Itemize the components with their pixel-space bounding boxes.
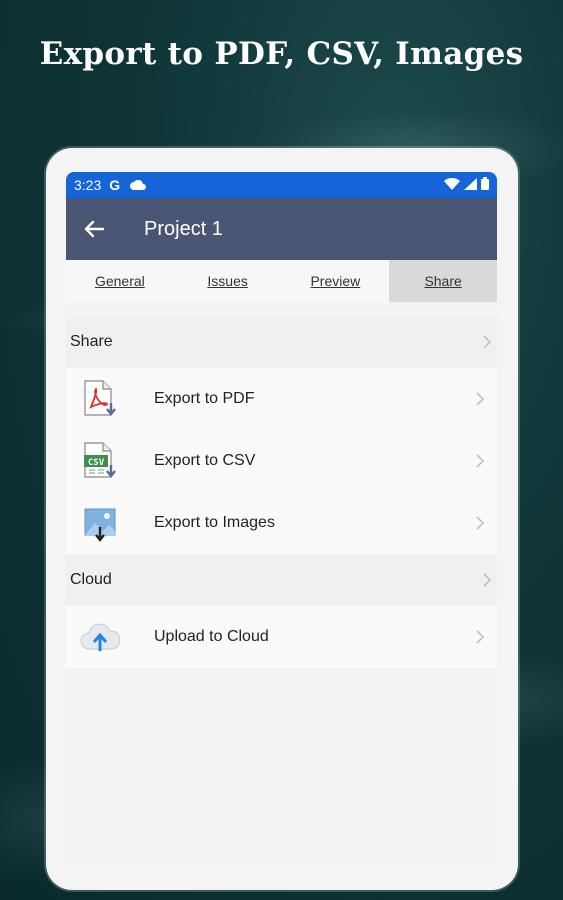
chevron-right-icon bbox=[475, 391, 485, 407]
app-bar: Project 1 bbox=[66, 198, 497, 260]
share-list: Export to PDF CSV Export to CSV Export t… bbox=[66, 368, 497, 554]
tab-preview[interactable]: Preview bbox=[282, 260, 390, 302]
status-time: 3:23 bbox=[74, 177, 102, 193]
battery-icon bbox=[481, 177, 489, 193]
export-pdf-item[interactable]: Export to PDF bbox=[66, 368, 497, 430]
chevron-right-icon bbox=[475, 453, 485, 469]
export-images-item[interactable]: Export to Images bbox=[66, 492, 497, 554]
cloud-upload-icon bbox=[80, 617, 120, 657]
promo-headline: Export to PDF, CSV, Images bbox=[39, 36, 524, 72]
wifi-icon bbox=[444, 177, 460, 193]
csv-file-icon: CSV bbox=[80, 441, 120, 481]
section-label: Cloud bbox=[70, 571, 112, 588]
app-screen: 3:23 G Project 1 General Issues Preview … bbox=[66, 172, 497, 866]
tab-bar: General Issues Preview Share bbox=[66, 260, 497, 302]
arrow-left-icon bbox=[84, 220, 104, 238]
chevron-right-icon bbox=[475, 515, 485, 531]
google-icon: G bbox=[109, 177, 121, 193]
cloud-status-icon bbox=[130, 177, 147, 193]
upload-cloud-item[interactable]: Upload to Cloud bbox=[66, 606, 497, 668]
signal-icon bbox=[464, 177, 477, 193]
item-label: Export to PDF bbox=[154, 390, 255, 407]
status-bar: 3:23 G bbox=[66, 172, 497, 198]
page-title: Project 1 bbox=[144, 217, 223, 240]
cloud-list: Upload to Cloud bbox=[66, 606, 497, 668]
tab-share[interactable]: Share bbox=[389, 260, 497, 302]
chevron-right-icon bbox=[482, 572, 492, 588]
image-file-icon bbox=[80, 503, 120, 543]
svg-text:CSV: CSV bbox=[88, 458, 105, 468]
chevron-right-icon bbox=[475, 629, 485, 645]
pdf-file-icon bbox=[80, 379, 120, 419]
item-label: Export to CSV bbox=[154, 452, 256, 469]
section-header-share[interactable]: Share bbox=[66, 316, 497, 368]
chevron-right-icon bbox=[482, 334, 492, 350]
tab-issues[interactable]: Issues bbox=[174, 260, 282, 302]
tab-general[interactable]: General bbox=[66, 260, 174, 302]
tablet-frame: 3:23 G Project 1 General Issues Preview … bbox=[46, 148, 518, 890]
section-label: Share bbox=[70, 333, 113, 350]
export-csv-item[interactable]: CSV Export to CSV bbox=[66, 430, 497, 492]
item-label: Upload to Cloud bbox=[154, 628, 269, 645]
back-button[interactable] bbox=[66, 220, 122, 238]
section-header-cloud[interactable]: Cloud bbox=[66, 554, 497, 606]
item-label: Export to Images bbox=[154, 514, 275, 531]
